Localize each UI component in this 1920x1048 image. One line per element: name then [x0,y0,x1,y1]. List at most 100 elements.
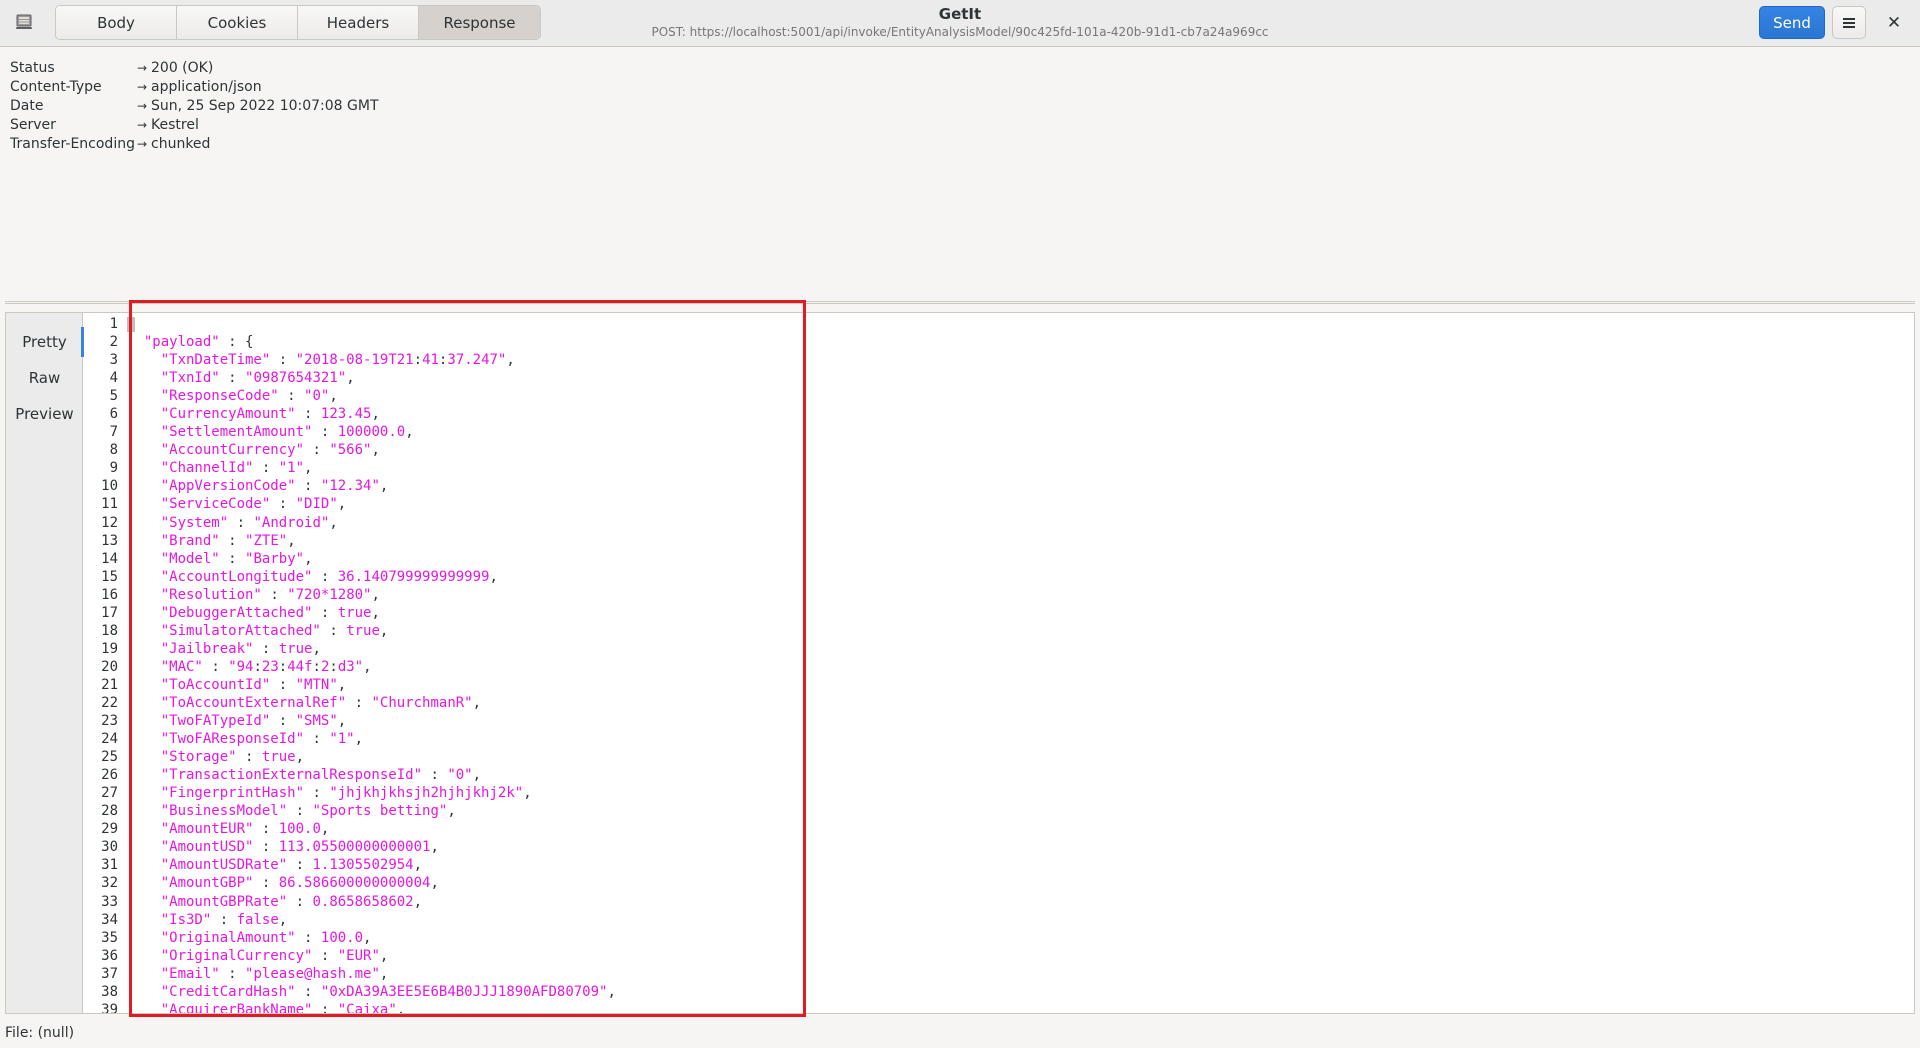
line-number: 29 [101,821,118,838]
code-line: "AppVersionCode" : "12.34", [127,477,1907,495]
code-line-text: "OriginalAmount" : 100.0, [160,929,372,946]
tab-response[interactable]: Response [419,6,540,39]
code-line: "TxnDateTime" : "2018-08-19T21:41:37.247… [127,351,1907,369]
menu-button[interactable] [1832,6,1866,39]
code-line: "AccountLongitude" : 36.140799999999999, [127,568,1907,586]
code-line-text: "ServiceCode" : "DID", [160,496,347,513]
code-line: "OriginalAmount" : 100.0, [127,929,1907,947]
tab-body[interactable]: Body [56,6,177,39]
close-button[interactable]: ✕ [1881,10,1907,36]
code-line: "Resolution" : "720*1280", [127,586,1907,604]
line-number: 1 [109,316,118,332]
line-number: 20 [101,658,118,675]
header-bar: Body Cookies Headers Response GetIt POST: h… [0,0,1920,47]
response-header-key: Content-Type [10,78,102,95]
code-line: "AccountCurrency" : "566", [127,441,1907,459]
code-line-text: "MAC" : "94:23:44f:2:d3", [160,658,372,675]
tab-cookies[interactable]: Cookies [177,6,298,39]
code-line: "Is3D" : false, [127,911,1907,929]
view-mode-preview[interactable]: Preview [6,395,83,433]
response-body-viewer: Pretty Raw Preview 1 2 3 4 5 6 7 8 9 10 11 12 13 14 15 16… [5,312,1915,1014]
line-number: 27 [101,785,118,802]
code-line: "TwoFATypeId" : "SMS", [127,712,1907,730]
app-icon [16,14,32,29]
line-number: 39 [101,1001,118,1013]
line-number: 28 [101,803,118,820]
code-line-text: "ResponseCode" : "0", [160,388,338,405]
response-header-key: Date [10,97,44,114]
line-number: 38 [101,983,118,1000]
code-line: "TwoFAResponseId" : "1", [127,730,1907,748]
code-line-text: "ChannelId" : "1", [160,460,313,477]
window-title: GetIt [938,5,982,23]
line-number: 23 [101,713,118,730]
code-line: "TransactionExternalResponseId" : "0", [127,766,1907,784]
response-header-key: Server [10,116,56,133]
view-mode-raw[interactable]: Raw [6,359,83,397]
code-line-text: "CreditCardHash" : "0xDA39A3EE5E6B4B0JJJ… [160,983,616,1000]
line-number: 21 [101,676,118,693]
code-line-text: "TxnDateTime" : "2018-08-19T21:41:37.247… [160,352,515,369]
view-mode-pretty[interactable]: Pretty [6,323,84,361]
line-number: 26 [101,767,118,784]
response-header-row: Date → Sun, 25 Sep 2022 10:07:08 GMT [10,96,379,115]
code-line: "System" : "Android", [127,514,1907,532]
arrow-right-icon: → [137,136,148,151]
code-line-text: "AcquirerBankName" : "Caixa", [160,1001,406,1013]
line-number: 13 [101,532,118,549]
pane-separator[interactable] [5,301,1915,304]
response-header-row: Server → Kestrel [10,115,379,134]
code-line: "Model" : "Barby", [127,550,1907,568]
tab-headers[interactable]: Headers [298,6,419,39]
code-line-text: "AccountLongitude" : 36.140799999999999, [160,568,498,585]
code-line-text: "TwoFATypeId" : "SMS", [160,713,347,730]
line-number: 3 [109,352,118,369]
line-number: 31 [101,857,118,874]
code-line: "DebuggerAttached" : true, [127,604,1907,622]
code-line: "MAC" : "94:23:44f:2:d3", [127,658,1907,676]
code-line-text: "payload" : { [143,334,254,351]
response-header-row: Content-Type → application/json [10,77,379,96]
code-line-text: "AmountGBP" : 86.586600000000004, [160,875,439,892]
code-line-text: "SettlementAmount" : 100000.0, [160,424,414,441]
arrow-right-icon: → [137,117,148,132]
code-line-text: "Storage" : true, [160,749,305,766]
line-number: 16 [101,586,118,603]
code-view[interactable]: "payload" : { "TxnDateTime" : "2018-08-1… [127,313,1907,1013]
request-url: POST: https://localhost:5001/api/invoke/… [651,25,1269,39]
code-line-text: "CurrencyAmount" : 123.45, [160,406,380,423]
code-line: "ResponseCode" : "0", [127,387,1907,405]
code-line-text: "ToAccountId" : "MTN", [160,676,347,693]
code-line-text: "AppVersionCode" : "12.34", [160,478,389,495]
code-line: "SimulatorAttached" : true, [127,622,1907,640]
code-line-text: "ToAccountExternalRef" : "ChurchmanR", [160,694,482,711]
arrow-right-icon: → [137,60,148,75]
line-number: 5 [109,388,118,405]
line-number: 14 [101,550,118,567]
code-line: "OriginalCurrency" : "EUR", [127,947,1907,965]
hamburger-icon [1843,17,1855,28]
line-number: 11 [101,496,118,513]
code-line: "ChannelId" : "1", [127,459,1907,477]
response-header-value: application/json [151,78,262,95]
code-line: "Brand" : "ZTE", [127,532,1907,550]
line-number: 2 [109,334,118,351]
line-number: 24 [101,731,118,748]
line-number: 35 [101,929,118,946]
code-line: "ToAccountExternalRef" : "ChurchmanR", [127,694,1907,712]
line-number: 4 [109,370,118,387]
code-line-text: "TxnId" : "0987654321", [160,370,355,387]
code-line-text: "AmountUSD" : 113.05500000000001, [160,839,439,856]
line-number: 25 [101,749,118,766]
send-button[interactable]: Send [1759,6,1825,39]
response-headers: Status → 200 (OK) Content-Type → application/… [10,58,379,153]
code-line: "Jailbreak" : true, [127,640,1907,658]
title-block: GetIt POST: https://localhost:5001/api/i… [560,5,1360,39]
response-header-row: Transfer-Encoding → chunked [10,134,379,153]
code-line-text: "Is3D" : false, [160,911,288,928]
line-number: 9 [109,460,118,477]
code-line: "AmountUSDRate" : 1.1305502954, [127,856,1907,874]
response-header-row: Status → 200 (OK) [10,58,379,77]
line-number-gutter: 1 2 3 4 5 6 7 8 9 10 11 12 13 14 15 16 17 18 19 20 21 22 23 24 2… [84,313,118,1013]
code-line: "TxnId" : "0987654321", [127,369,1907,387]
